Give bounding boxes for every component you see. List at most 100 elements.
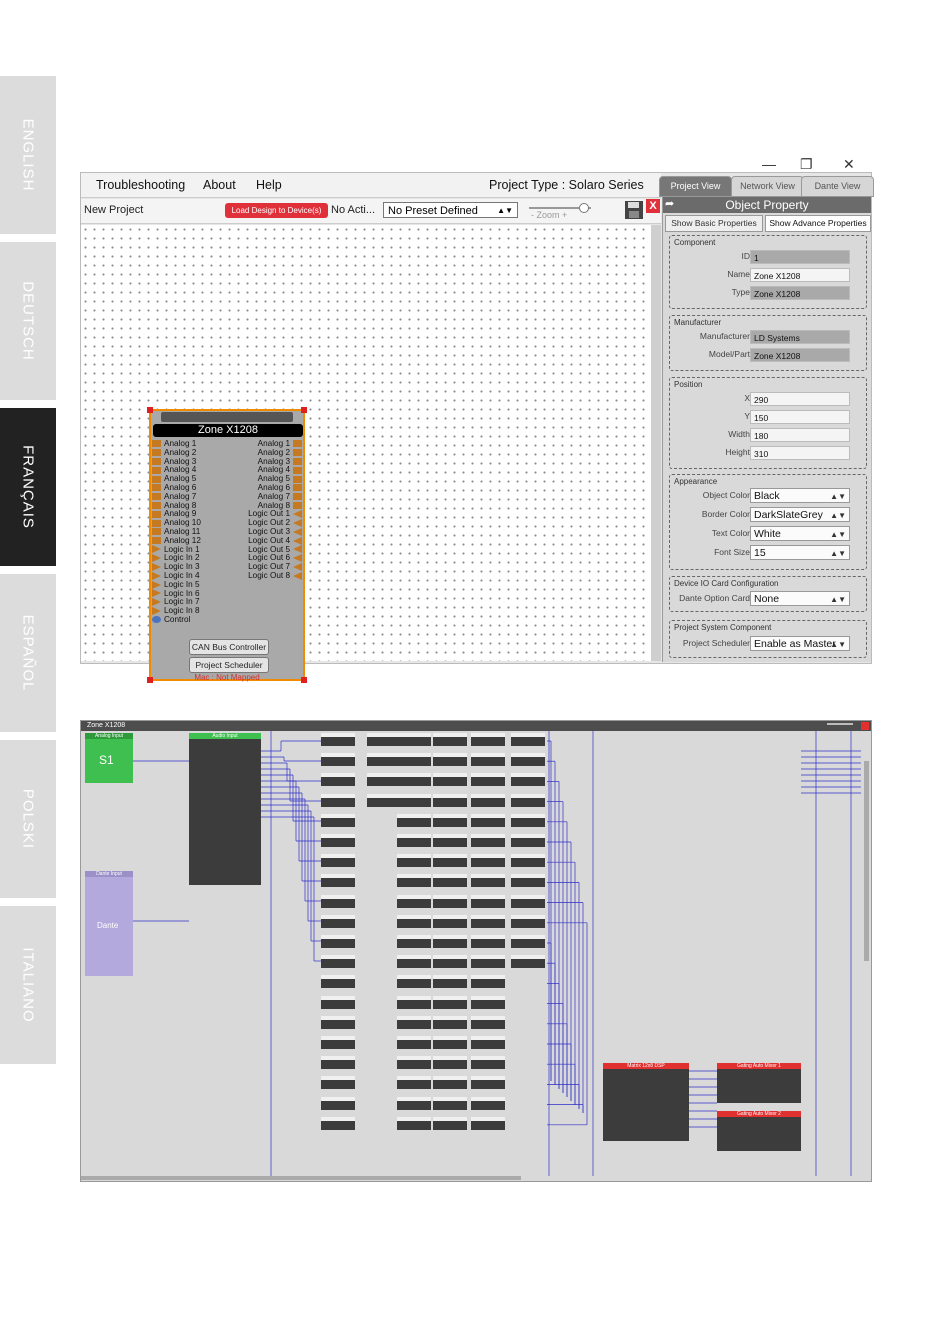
input-port[interactable]: Analog 3 [152, 457, 196, 466]
output-port[interactable]: Analog 6 [258, 483, 302, 492]
output-port[interactable]: Logic Out 3 [248, 527, 302, 536]
input-port[interactable]: Logic In 2 [152, 553, 200, 562]
show-basic-properties-button[interactable]: Show Basic Properties [665, 215, 763, 232]
show-advance-properties-button[interactable]: Show Advance Properties [765, 215, 871, 232]
dsp-channel-block[interactable] [433, 995, 467, 1009]
dsp-channel-block[interactable] [511, 834, 545, 847]
dante-option-select[interactable]: None ▲▼ [750, 591, 850, 606]
dsp-channel-block[interactable] [397, 1056, 431, 1070]
dsp-channel-block[interactable] [321, 995, 355, 1009]
input-port[interactable]: Logic In 7 [152, 597, 200, 606]
dsp-channel-block[interactable] [511, 874, 545, 888]
dsp-channel-block[interactable] [397, 773, 431, 787]
output-port[interactable]: Analog 2 [258, 448, 302, 457]
dsp-channel-block[interactable] [433, 894, 467, 908]
dsp-channel-block[interactable] [433, 975, 467, 989]
dsp-channel-block[interactable] [321, 1056, 355, 1070]
design-canvas[interactable]: Zone X1208 Analog 1 Analog 2 Analog 3 Analo… [81, 225, 651, 683]
dsp-channel-block[interactable] [471, 955, 505, 969]
input-port[interactable]: Control [152, 615, 190, 624]
dsp-channel-block[interactable] [433, 733, 467, 746]
input-port[interactable]: Logic In 4 [152, 571, 200, 580]
dsp-channel-block[interactable] [433, 813, 467, 827]
zone-x1208-device[interactable]: Zone X1208 Analog 1 Analog 2 Analog 3 Analo… [147, 407, 307, 683]
dsp-horizontal-scrollbar[interactable] [81, 1176, 521, 1180]
project-scheduler-select[interactable]: Enable as Master ▲▼ [750, 636, 850, 651]
output-port[interactable]: Analog 5 [258, 474, 302, 483]
dsp-channel-block[interactable] [397, 995, 431, 1009]
dsp-channel-block[interactable] [397, 1116, 431, 1130]
dsp-channel-block[interactable] [471, 874, 505, 888]
language-tab[interactable]: FRANÇAIS [0, 408, 56, 566]
dsp-channel-block[interactable] [433, 1015, 467, 1029]
language-tab[interactable]: DEUTSCH [0, 242, 56, 400]
tab-dante-view[interactable]: Dante View [801, 176, 874, 197]
dsp-channel-block[interactable] [397, 813, 431, 827]
dsp-channel-block[interactable] [511, 955, 545, 969]
dsp-channel-block[interactable] [321, 975, 355, 989]
dsp-channel-block[interactable] [397, 1015, 431, 1029]
input-port[interactable]: Analog 12 [152, 536, 201, 545]
input-port[interactable]: Logic In 6 [152, 589, 200, 598]
dsp-channel-block[interactable] [321, 914, 355, 928]
border-color-select[interactable]: DarkSlateGrey ▲▼ [750, 507, 850, 522]
language-tab[interactable]: POLSKI [0, 740, 56, 898]
analog-input-block[interactable]: Analog Input S1 [85, 733, 133, 783]
dsp-channel-block[interactable] [397, 1036, 431, 1049]
input-port[interactable]: Analog 2 [152, 448, 196, 457]
input-port[interactable]: Analog 6 [152, 483, 196, 492]
dsp-channel-block[interactable] [471, 1096, 505, 1110]
dsp-channel-block[interactable] [321, 753, 355, 767]
dsp-channel-block[interactable] [433, 1096, 467, 1110]
dsp-channel-block[interactable] [471, 1015, 505, 1029]
zoom-knob[interactable] [579, 203, 590, 213]
dsp-channel-block[interactable] [471, 894, 505, 908]
minimize-icon[interactable]: — [762, 156, 776, 172]
dsp-channel-block[interactable] [511, 773, 545, 787]
dsp-channel-block[interactable] [433, 793, 467, 807]
dsp-channel-block[interactable] [511, 894, 545, 908]
canvas-scrollbar[interactable] [651, 225, 661, 661]
dsp-channel-block[interactable] [321, 1116, 355, 1130]
output-port[interactable]: Analog 8 [258, 501, 302, 510]
output-port[interactable]: Logic Out 5 [248, 545, 302, 554]
close-icon[interactable]: ✕ [843, 156, 855, 173]
dsp-channel-block[interactable] [321, 813, 355, 827]
output-port[interactable]: Analog 1 [258, 439, 302, 448]
dsp-channel-block[interactable] [367, 733, 401, 746]
dsp-channel-block[interactable] [397, 894, 431, 908]
dsp-channel-block[interactable] [321, 935, 355, 948]
name-field[interactable]: Zone X1208 [750, 268, 850, 282]
input-port[interactable]: Logic In 1 [152, 545, 200, 554]
dsp-channel-block[interactable] [397, 935, 431, 948]
output-port[interactable]: Analog 7 [258, 492, 302, 501]
can-bus-controller-button[interactable]: CAN Bus Controller [189, 639, 269, 655]
input-port[interactable]: Analog 9 [152, 509, 196, 518]
font-size-select[interactable]: 15 ▲▼ [750, 545, 850, 560]
load-design-button[interactable]: Load Design to Device(s) [225, 203, 328, 218]
language-tab[interactable]: ESPAÑOL [0, 574, 56, 732]
dsp-channel-block[interactable] [471, 813, 505, 827]
dsp-channel-block[interactable] [321, 854, 355, 868]
input-port[interactable]: Analog 5 [152, 474, 196, 483]
dsp-channel-block[interactable] [471, 914, 505, 928]
dante-input-block[interactable]: Dante Input Dante [85, 871, 133, 976]
dsp-channel-block[interactable] [433, 1056, 467, 1070]
tab-project-view[interactable]: Project View [659, 176, 732, 197]
dsp-channel-block[interactable] [433, 854, 467, 868]
dsp-channel-block[interactable] [511, 854, 545, 868]
dsp-channel-block[interactable] [367, 753, 401, 767]
dsp-channel-block[interactable] [321, 1076, 355, 1090]
dsp-channel-block[interactable] [471, 1116, 505, 1130]
output-port[interactable]: Logic Out 6 [248, 553, 302, 562]
dsp-channel-block[interactable] [397, 793, 431, 807]
dsp-channel-block[interactable] [397, 955, 431, 969]
dsp-channel-block[interactable] [511, 753, 545, 767]
height-field[interactable]: 310 [750, 446, 850, 460]
input-port[interactable]: Analog 11 [152, 527, 200, 536]
dsp-channel-block[interactable] [433, 1076, 467, 1090]
dsp-channel-block[interactable] [471, 834, 505, 847]
input-port[interactable]: Logic In 8 [152, 606, 200, 615]
dsp-channel-block[interactable] [433, 834, 467, 847]
dsp-channel-block[interactable] [397, 1076, 431, 1090]
